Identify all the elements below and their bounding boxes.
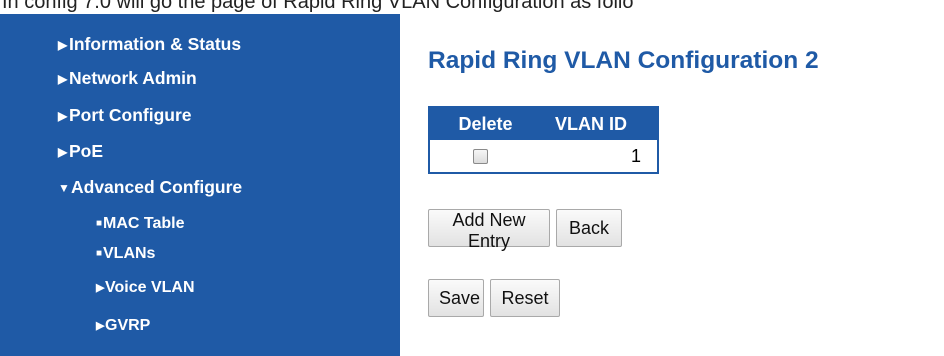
- add-new-entry-button[interactable]: Add New Entry: [428, 209, 550, 251]
- reset-button[interactable]: Reset: [490, 279, 560, 317]
- nav-item-label: Advanced Configure: [71, 177, 243, 197]
- triangle-right-icon: ▶: [96, 282, 105, 294]
- triangle-right-icon: ▶: [58, 72, 68, 86]
- delete-cell: [429, 140, 531, 173]
- sub-item-mac-table[interactable]: ■MAC Table: [96, 214, 184, 234]
- sub-item-vlans[interactable]: ■VLANs: [96, 244, 155, 264]
- back-button[interactable]: Back: [556, 209, 622, 247]
- bullet-icon: ■: [96, 248, 103, 259]
- nav-item-port-configure[interactable]: ▶ Port Configure: [58, 105, 192, 126]
- nav-item-label: Information & Status: [69, 34, 242, 54]
- page-title: Rapid Ring VLAN Configuration 2: [428, 47, 819, 74]
- nav-item-network-admin[interactable]: ▶ Network Admin: [58, 68, 197, 89]
- nav-item-label: PoE: [69, 141, 104, 161]
- vlan-table: Delete VLAN ID 1: [428, 106, 659, 174]
- nav-item-label: Port Configure: [69, 105, 192, 125]
- nav-item-advanced-configure[interactable]: ▼Advanced Configure: [58, 177, 242, 198]
- column-header-vlan-id: VLAN ID: [531, 107, 658, 140]
- sub-item-voice-vlan[interactable]: ▶Voice VLAN: [96, 278, 195, 298]
- vlan-id-cell: 1: [630, 145, 641, 166]
- table-header-row: Delete VLAN ID: [429, 107, 658, 140]
- sidebar: ▶ Information & Status ▶ Network Admin ▶ Po…: [0, 14, 400, 356]
- triangle-right-icon: ▶: [58, 109, 68, 123]
- sub-item-gvrp[interactable]: ▶GVRP: [96, 316, 150, 336]
- sub-item-label: VLANs: [103, 245, 156, 262]
- delete-checkbox[interactable]: [473, 149, 488, 165]
- top-caption: In config 7.0 will go the page of Rapid …: [2, 0, 634, 13]
- nav-item-poe[interactable]: ▶ PoE: [58, 141, 103, 162]
- save-button[interactable]: Save: [428, 279, 484, 317]
- sub-item-label: GVRP: [105, 317, 151, 334]
- triangle-down-icon: ▼: [58, 181, 70, 195]
- top-caption-strip: In config 7.0 will go the page of Rapid …: [0, 0, 944, 14]
- table-row: 1: [429, 140, 658, 173]
- nav-item-label: Network Admin: [69, 68, 197, 88]
- bullet-icon: ■: [96, 218, 103, 229]
- column-header-delete: Delete: [429, 107, 531, 140]
- nav-item-information-status[interactable]: ▶ Information & Status: [58, 34, 241, 55]
- triangle-right-icon: ▶: [58, 38, 68, 52]
- main-content: Rapid Ring VLAN Configuration 2 Delete V…: [400, 14, 944, 356]
- triangle-right-icon: ▶: [58, 145, 68, 159]
- sub-item-label: Voice VLAN: [105, 279, 195, 296]
- sub-item-label: MAC Table: [103, 215, 185, 232]
- triangle-right-icon: ▶: [96, 320, 105, 332]
